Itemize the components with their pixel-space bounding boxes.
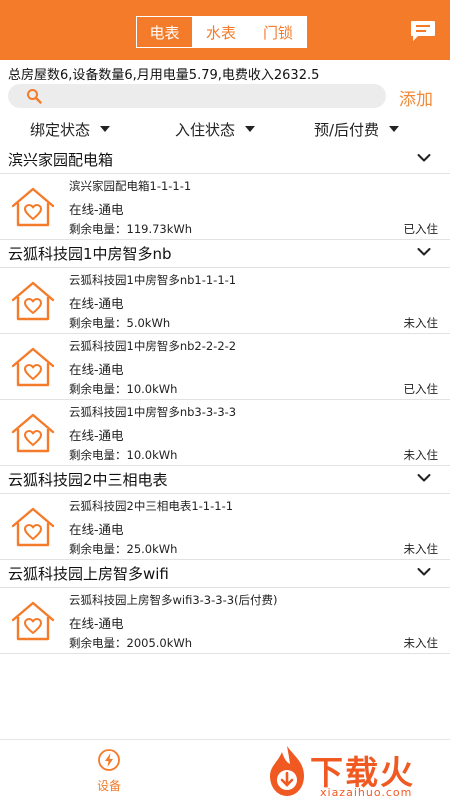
- device-name: 云狐科技园1中房智多nb3-3-3-3: [69, 405, 237, 419]
- chevron-down-icon[interactable]: [417, 473, 431, 483]
- device-remaining-power: 剩余电量：10.0kWh: [69, 382, 178, 396]
- group-title: 滨兴家园配电箱: [8, 151, 114, 169]
- house-icon: [11, 187, 55, 227]
- chevron-down-icon[interactable]: [417, 247, 431, 257]
- nav-devices[interactable]: 设备: [84, 746, 134, 796]
- flame-logo-icon: [270, 746, 304, 796]
- search-input[interactable]: [8, 84, 386, 108]
- filter-label: 入住状态: [175, 120, 236, 139]
- filter-occupancy-status[interactable]: 入住状态: [175, 116, 256, 142]
- device-remaining-power: 剩余电量：25.0kWh: [69, 542, 178, 556]
- caret-down-icon: [100, 126, 111, 132]
- device-list: 滨兴家园配电箱 滨兴家园配电箱1-1-1-1 在线-通电 剩余电量：119.73kWh…: [0, 146, 450, 654]
- meter-type-tabs: 电表 水表 门锁: [136, 16, 307, 48]
- house-icon: [11, 347, 55, 387]
- device-status: 在线-通电: [69, 202, 124, 217]
- device-status: 在线-通电: [69, 616, 124, 631]
- group-header[interactable]: 云狐科技园上房智多wifi: [0, 560, 450, 588]
- device-occupancy: 未入住: [403, 316, 439, 330]
- house-icon: [11, 413, 55, 453]
- search-icon: [27, 89, 42, 104]
- device-status: 在线-通电: [69, 296, 124, 311]
- lightning-icon: [98, 749, 120, 771]
- nav-label: 设备: [96, 779, 121, 793]
- caret-down-icon: [245, 126, 256, 132]
- tab-water-meter[interactable]: 水表: [193, 16, 250, 48]
- group-title: 云狐科技园2中三相电表: [8, 471, 168, 489]
- watermark-logo: 下载火 xiazaihuo.com: [258, 742, 450, 800]
- device-name: 云狐科技园上房智多wifi3-3-3-3(后付费): [69, 593, 278, 607]
- tab-electric-meter[interactable]: 电表: [136, 16, 193, 48]
- filter-label: 绑定状态: [30, 120, 91, 139]
- filter-payment-type[interactable]: 预/后付费: [314, 116, 400, 142]
- group-title: 云狐科技园上房智多wifi: [8, 565, 169, 583]
- device-occupancy: 未入住: [403, 636, 439, 650]
- device-row[interactable]: 云狐科技园1中房智多nb1-1-1-1 在线-通电剩余电量：5.0kWh 未入住: [0, 268, 450, 334]
- house-icon: [11, 281, 55, 321]
- device-remaining-power: 剩余电量：5.0kWh: [69, 316, 171, 330]
- group-title: 云狐科技园1中房智多nb: [8, 245, 172, 263]
- device-remaining-power: 剩余电量：10.0kWh: [69, 448, 178, 462]
- filter-label: 预/后付费: [314, 120, 380, 139]
- device-row[interactable]: 滨兴家园配电箱1-1-1-1 在线-通电剩余电量：119.73kWh 已入住: [0, 174, 450, 240]
- group-header[interactable]: 滨兴家园配电箱: [0, 146, 450, 174]
- device-occupancy: 未入住: [403, 542, 439, 556]
- device-name: 云狐科技园2中三相电表1-1-1-1: [69, 499, 234, 513]
- tab-door-lock[interactable]: 门锁: [250, 16, 307, 48]
- message-icon[interactable]: [410, 20, 436, 42]
- device-row[interactable]: 云狐科技园1中房智多nb2-2-2-2 在线-通电剩余电量：10.0kWh 已入住: [0, 334, 450, 400]
- device-row[interactable]: 云狐科技园上房智多wifi3-3-3-3(后付费) 在线-通电剩余电量：2005.…: [0, 588, 450, 654]
- house-icon: [11, 507, 55, 547]
- device-name: 滨兴家园配电箱1-1-1-1: [69, 179, 192, 193]
- device-row[interactable]: 云狐科技园1中房智多nb3-3-3-3 在线-通电剩余电量：10.0kWh 未入住: [0, 400, 450, 466]
- device-occupancy: 已入住: [403, 222, 439, 236]
- group-header[interactable]: 云狐科技园2中三相电表: [0, 466, 450, 494]
- add-button[interactable]: 添加: [399, 85, 433, 110]
- device-remaining-power: 剩余电量：119.73kWh: [69, 222, 193, 236]
- device-occupancy: 未入住: [403, 448, 439, 462]
- chevron-down-icon[interactable]: [417, 153, 431, 163]
- filter-binding-status[interactable]: 绑定状态: [30, 116, 111, 142]
- chevron-down-icon[interactable]: [417, 567, 431, 577]
- device-occupancy: 已入住: [403, 382, 439, 396]
- top-header: 电表 水表 门锁: [0, 0, 450, 60]
- device-row[interactable]: 云狐科技园2中三相电表1-1-1-1 在线-通电剩余电量：25.0kWh 未入住: [0, 494, 450, 560]
- caret-down-icon: [389, 126, 400, 132]
- device-status: 在线-通电: [69, 362, 124, 377]
- device-remaining-power: 剩余电量：2005.0kWh: [69, 636, 193, 650]
- house-icon: [11, 601, 55, 641]
- device-status: 在线-通电: [69, 428, 124, 443]
- watermark-url: xiazaihuo.com: [320, 786, 413, 799]
- device-name: 云狐科技园1中房智多nb2-2-2-2: [69, 339, 237, 353]
- device-name: 云狐科技园1中房智多nb1-1-1-1: [69, 273, 237, 287]
- group-header[interactable]: 云狐科技园1中房智多nb: [0, 240, 450, 268]
- device-status: 在线-通电: [69, 522, 124, 537]
- summary-stats: 总房屋数6,设备数量6,月用电量5.79,电费收入2632.5: [8, 68, 320, 83]
- filter-bar: 绑定状态 入住状态 预/后付费: [0, 116, 450, 142]
